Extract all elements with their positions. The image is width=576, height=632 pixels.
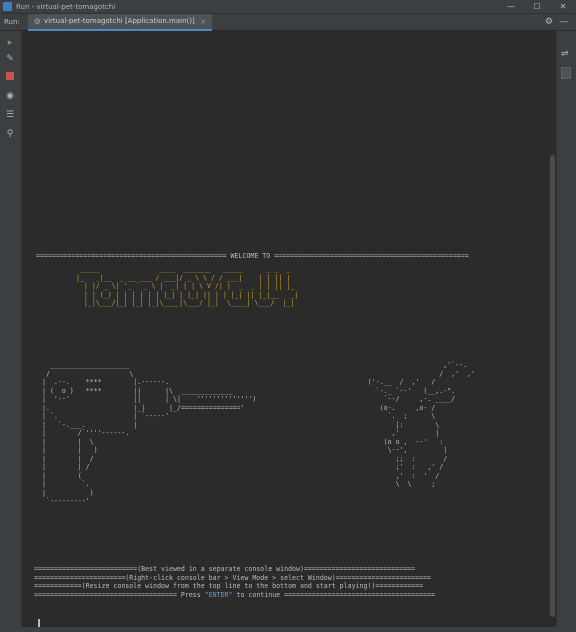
scrollbar-thumb[interactable] [550,155,555,617]
footer-line-2: =======================(Right-click cons… [34,573,431,582]
welcome-banner: ========================================… [36,252,469,260]
run-label: Run: [4,18,20,26]
console-output[interactable]: ========================================… [24,31,546,632]
layout-icon[interactable]: ☰ [3,109,17,121]
run-toolbar: ▸ ✎ ◉ ☰ ⚲ [0,31,22,632]
scroll-to-end-icon[interactable] [561,67,571,79]
tab-close-icon[interactable]: × [200,17,207,26]
console-side-toolbar: ⇌ [556,31,576,632]
ascii-pet-figure: ,'`--. / ,' ,' ('-.__ / ,' / `-._ `--' (… [367,361,475,488]
stop-icon[interactable] [6,72,14,80]
footer-line-4-pre: ==================================== Pre… [34,590,205,599]
run-config-tab-label: virtual-pet-tomagotchi [Application.main… [43,17,195,25]
camera-icon[interactable]: ◉ [3,90,17,102]
app-icon [3,2,12,11]
pin-icon[interactable]: ⚲ [3,128,17,140]
run-config-tab[interactable]: ⚙ virtual-pet-tomagotchi [Application.ma… [27,13,213,31]
window-title: Run - virtual-pet-tomagotchi [16,2,116,11]
close-button[interactable]: ✕ [550,2,576,11]
ascii-tomagotchi-device: ____________________ / \ | .--. **** |.-… [42,361,257,505]
window-titlebar: Run - virtual-pet-tomagotchi — ☐ ✕ [0,0,576,14]
ascii-logo: _____ ____ _______ _____ _ _ _ |_ _|__ _… [75,265,299,307]
maximize-button[interactable]: ☐ [524,2,550,11]
status-strip [0,627,576,632]
enter-key-label: "ENTER" [204,590,233,599]
console-footer: ==========================(Best viewed i… [34,565,435,599]
run-config-icon: ⚙ [33,16,41,26]
footer-line-3: ============(Resize console window from … [34,582,424,590]
footer-line-4-post: to continue ============================… [232,590,435,599]
soft-wrap-icon[interactable]: ⇌ [561,49,569,59]
wrench-icon[interactable]: ✎ [3,53,17,65]
minimize-panel-icon[interactable]: — [559,17,568,27]
footer-line-4: ==================================== Pre… [34,591,435,600]
footer-line-1: ==========================(Best viewed i… [34,565,416,573]
minimize-button[interactable]: — [498,2,524,11]
run-tool-window-header: Run: ⚙ virtual-pet-tomagotchi [Applicati… [0,13,576,31]
rerun-icon[interactable]: ▸ [3,37,17,49]
gear-icon[interactable]: ⚙ [545,17,553,27]
